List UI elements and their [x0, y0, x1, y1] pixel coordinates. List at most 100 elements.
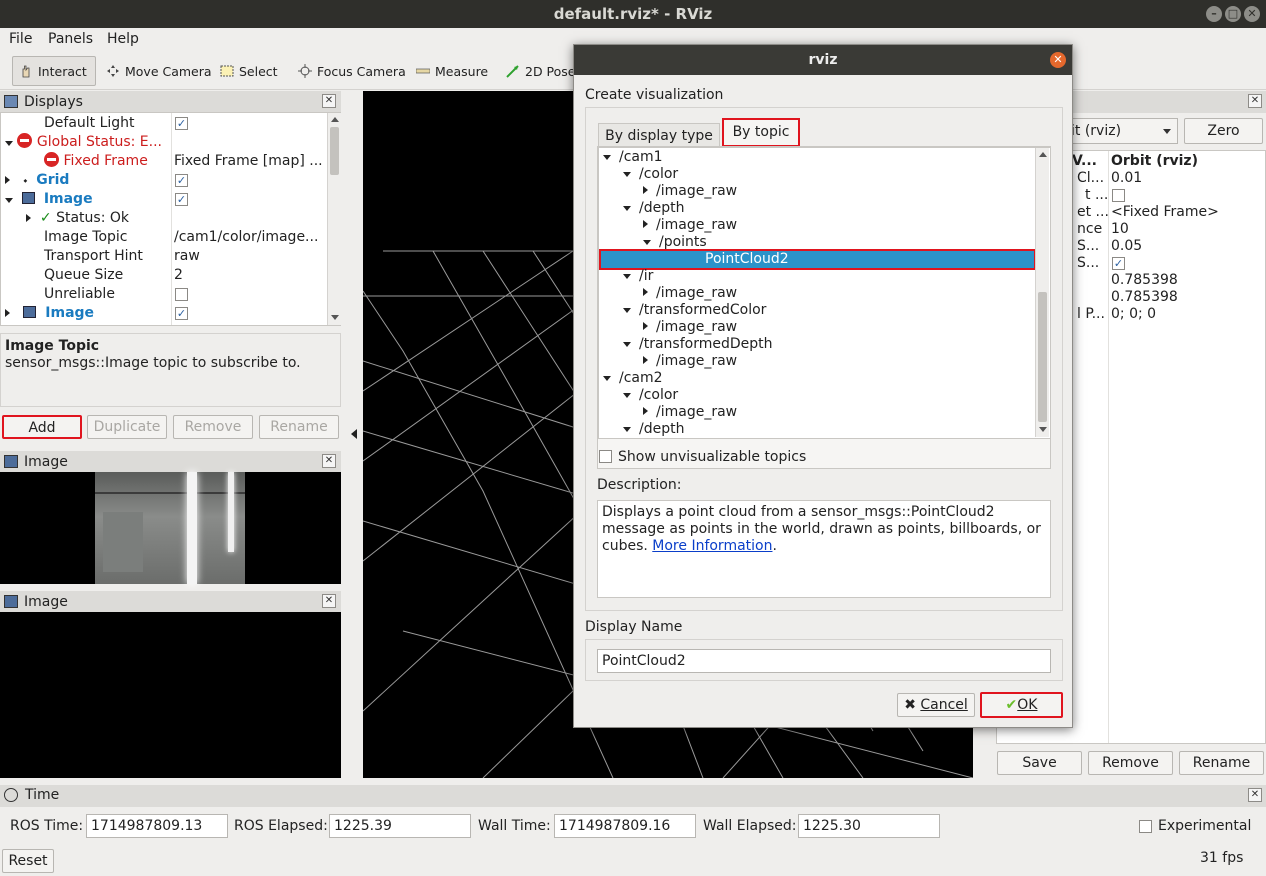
topic-tree[interactable]: /cam1/color/image_raw/depth/image_raw/po…	[598, 147, 1051, 439]
expand-arrow-icon[interactable]	[643, 407, 648, 415]
move-camera-tool-button[interactable]: Move Camera	[100, 56, 218, 86]
zero-button[interactable]: Zero	[1184, 118, 1263, 144]
display-row-image[interactable]: Image	[5, 190, 93, 209]
displays-scrollbar[interactable]	[327, 113, 341, 325]
expand-arrow-icon[interactable]	[603, 376, 611, 381]
display-row-grid[interactable]: ⬩ Grid	[5, 171, 69, 190]
minimize-icon[interactable]: –	[1206, 6, 1222, 22]
show-unvisualizable-checkbox[interactable]	[599, 450, 612, 463]
more-information-link[interactable]: More Information	[652, 538, 772, 554]
expand-arrow-icon[interactable]	[603, 155, 611, 160]
expand-arrow-icon[interactable]	[623, 206, 631, 211]
pose-estimate-tool-button[interactable]: 2D Pose	[500, 56, 582, 86]
views-close-icon[interactable]: ✕	[1248, 94, 1262, 108]
view-prop-value[interactable]: 0; 0; 0	[1111, 305, 1156, 324]
expand-arrow-icon[interactable]	[643, 356, 648, 364]
measure-tool-button[interactable]: Measure	[410, 56, 494, 86]
display-row-queue-size[interactable]: Queue Size	[44, 266, 123, 285]
add-display-button[interactable]: Add	[2, 415, 82, 439]
image-panel-2-close-icon[interactable]: ✕	[322, 594, 336, 608]
interact-tool-button[interactable]: Interact	[12, 56, 96, 86]
view-prop-name[interactable]: l P...	[1077, 305, 1105, 324]
views-rename-button[interactable]: Rename	[1179, 751, 1264, 775]
display-row-image-2[interactable]: Image	[5, 304, 94, 323]
ros-elapsed-field[interactable]: 1225.39	[329, 814, 471, 838]
transport-hint-value[interactable]: raw	[174, 247, 200, 266]
expand-arrow-icon[interactable]	[623, 172, 631, 177]
topic-tree-item[interactable]: /depth	[599, 200, 1036, 217]
select-tool-button[interactable]: Select	[214, 56, 284, 86]
expand-arrow-icon[interactable]	[643, 240, 651, 245]
display-name-input[interactable]: PointCloud2	[597, 649, 1051, 673]
topic-tree-item[interactable]: /cam2	[599, 370, 1036, 387]
expand-arrow-icon[interactable]	[623, 427, 631, 432]
topic-tree-item[interactable]: /image_raw	[599, 183, 1036, 200]
display-row-fixed-frame[interactable]: Fixed Frame	[44, 152, 148, 171]
image-panel-1-close-icon[interactable]: ✕	[322, 454, 336, 468]
views-remove-button[interactable]: Remove	[1088, 751, 1173, 775]
image-topic-value[interactable]: /cam1/color/image...	[174, 228, 318, 247]
topic-tree-item[interactable]: /color	[599, 387, 1036, 404]
view-prop-name[interactable]: S...	[1077, 254, 1099, 273]
topic-tree-item[interactable]: /depth	[599, 421, 1036, 438]
expand-arrow-icon[interactable]	[643, 322, 648, 330]
topic-tree-item[interactable]: /image_raw	[599, 404, 1036, 421]
experimental-checkbox[interactable]	[1139, 820, 1152, 833]
view-prop-checkbox[interactable]	[1112, 189, 1125, 202]
tab-by-display-type[interactable]: By display type	[598, 123, 720, 147]
display-row-global-status[interactable]: Global Status: E...	[5, 133, 162, 152]
collapse-left-icon[interactable]	[351, 429, 357, 439]
expand-arrow-icon[interactable]	[623, 308, 631, 313]
rename-display-button[interactable]: Rename	[259, 415, 339, 439]
expand-arrow-icon[interactable]	[26, 214, 31, 222]
topic-tree-item[interactable]: /cam1	[599, 149, 1036, 166]
expand-arrow-icon[interactable]	[643, 220, 648, 228]
menu-panels[interactable]: Panels	[48, 31, 93, 47]
view-prop-checkbox[interactable]: ✓	[1112, 257, 1125, 270]
reset-button[interactable]: Reset	[2, 849, 54, 873]
fixed-frame-value[interactable]: Fixed Frame [map] ...	[174, 152, 323, 171]
menu-file[interactable]: File	[9, 31, 32, 47]
menu-help[interactable]: Help	[107, 31, 139, 47]
image-2-checkbox[interactable]: ✓	[175, 307, 188, 320]
ros-time-field[interactable]: 1714987809.13	[86, 814, 228, 838]
topic-tree-item[interactable]: /image_raw	[599, 319, 1036, 336]
wall-elapsed-field[interactable]: 1225.30	[798, 814, 940, 838]
ok-button[interactable]: ✔OK	[980, 692, 1063, 718]
grid-checkbox[interactable]: ✓	[175, 174, 188, 187]
displays-tree[interactable]: Default Light ✓ Global Status: E... Fixe…	[0, 112, 341, 326]
expand-arrow-icon[interactable]	[623, 342, 631, 347]
image-checkbox[interactable]: ✓	[175, 193, 188, 206]
topic-tree-item[interactable]: /ir	[599, 268, 1036, 285]
maximize-icon[interactable]: □	[1225, 6, 1241, 22]
topic-tree-scrollbar[interactable]	[1035, 148, 1049, 437]
remove-display-button[interactable]: Remove	[173, 415, 253, 439]
topic-tree-item[interactable]: /image_raw	[599, 217, 1036, 234]
tab-by-topic[interactable]: By topic	[722, 118, 800, 147]
expand-arrow-icon[interactable]	[5, 198, 13, 203]
expand-arrow-icon[interactable]	[5, 176, 10, 184]
expand-arrow-icon[interactable]	[623, 393, 631, 398]
display-row-image-topic[interactable]: Image Topic	[44, 228, 128, 247]
display-row-transport-hint[interactable]: Transport Hint	[44, 247, 143, 266]
expand-arrow-icon[interactable]	[5, 141, 13, 146]
topic-tree-item[interactable]: /color	[599, 166, 1036, 183]
topic-tree-item[interactable]: /transformedDepth	[599, 336, 1036, 353]
default-light-checkbox[interactable]: ✓	[175, 117, 188, 130]
dialog-close-icon[interactable]: ✕	[1050, 52, 1066, 68]
topic-tree-item-selected[interactable]: PointCloud2	[599, 249, 1036, 270]
displays-close-icon[interactable]: ✕	[322, 94, 336, 108]
focus-camera-tool-button[interactable]: Focus Camera	[292, 56, 412, 86]
display-row-default-light[interactable]: Default Light	[44, 114, 135, 133]
view-prop-value[interactable]: 0.01	[1111, 169, 1142, 188]
topic-tree-item[interactable]: /image_raw	[599, 353, 1036, 370]
queue-size-value[interactable]: 2	[174, 266, 183, 285]
view-prop-value[interactable]: 0.05	[1111, 237, 1142, 256]
view-type-select[interactable]: it (rviz)	[1062, 118, 1178, 144]
topic-tree-item[interactable]: /image_raw	[599, 285, 1036, 302]
duplicate-display-button[interactable]: Duplicate	[87, 415, 167, 439]
close-icon[interactable]: ✕	[1244, 6, 1260, 22]
cancel-button[interactable]: ✖ Cancel	[897, 693, 975, 717]
expand-arrow-icon[interactable]	[643, 186, 648, 194]
views-save-button[interactable]: Save	[997, 751, 1082, 775]
